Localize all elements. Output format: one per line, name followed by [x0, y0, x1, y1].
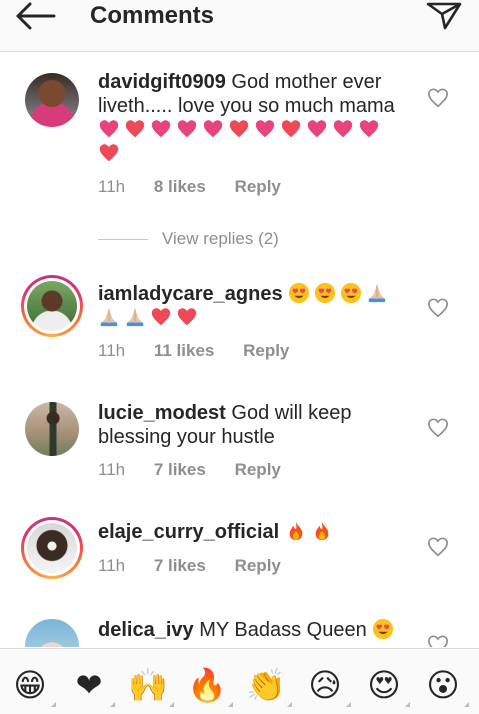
comment-meta: 11h 11 likes Reply — [98, 341, 313, 361]
comment-likes[interactable]: 7 likes — [154, 460, 206, 480]
pink-heart-icon — [307, 120, 327, 138]
folded-hands-icon — [368, 284, 386, 303]
heart-eyes-icon — [289, 282, 310, 304]
comment-username[interactable]: lucie_modest — [98, 402, 226, 424]
page-title: Comments — [90, 2, 215, 29]
red-heart-icon — [151, 308, 171, 326]
reply-button[interactable]: Reply — [243, 341, 289, 361]
comment-meta: 11h 7 likes Reply — [98, 556, 305, 576]
reply-button[interactable]: Reply — [235, 556, 281, 576]
pink-heart-icon — [99, 120, 119, 138]
comment-time: 11h — [98, 341, 126, 360]
pink-heart-icon — [333, 120, 353, 138]
red-heart-icon — [125, 120, 145, 138]
comment-time: 11h — [98, 556, 126, 575]
avatar-image — [27, 523, 77, 573]
folded-hands-icon — [126, 308, 144, 327]
pink-heart-icon — [255, 120, 275, 138]
avatar[interactable] — [21, 517, 83, 579]
folded-hands-icon — [100, 308, 118, 327]
back-button[interactable] — [14, 0, 58, 32]
like-button[interactable] — [427, 417, 449, 439]
surprised-face-icon[interactable]: 😮 — [423, 665, 469, 707]
avatar-image — [25, 402, 79, 456]
pink-heart-icon — [203, 120, 223, 138]
like-button[interactable] — [427, 297, 449, 319]
red-heart-icon[interactable]: ❤ — [69, 665, 115, 707]
heart-outline-icon — [428, 88, 448, 108]
heart-eyes-icon[interactable]: 😍 — [364, 665, 410, 707]
avatar[interactable] — [21, 275, 83, 337]
comment-username[interactable]: delica_ivy — [98, 619, 194, 641]
avatar-image — [25, 619, 79, 647]
comment-text: lucie_modest God will keep blessing your… — [98, 401, 408, 449]
heart-outline-icon — [428, 635, 448, 647]
comment-meta: 11h 8 likes Reply — [98, 177, 305, 197]
comment-text: iamladycare_agnes — [98, 282, 408, 330]
comments-header: Comments — [0, 0, 479, 52]
comments-list: davidgift0909 God mother ever liveth....… — [0, 53, 479, 647]
pink-heart-icon — [177, 120, 197, 138]
clapping-hands-icon[interactable]: 👏 — [246, 665, 292, 707]
like-button[interactable] — [427, 536, 449, 558]
comment-likes[interactable]: 11 likes — [154, 341, 215, 361]
red-heart-icon — [229, 120, 249, 138]
avatar[interactable] — [21, 615, 83, 647]
heart-eyes-icon — [341, 282, 362, 304]
like-button[interactable] — [427, 634, 449, 647]
pink-heart-icon — [151, 120, 171, 138]
heart-eyes-icon — [315, 282, 336, 304]
comment-likes[interactable]: 8 likes — [154, 177, 206, 197]
heart-outline-icon — [428, 537, 448, 557]
comment-time: 11h — [98, 460, 126, 479]
comment-text: elaje_curry_official — [98, 520, 408, 544]
comment-emojis — [285, 521, 337, 543]
red-heart-icon — [281, 120, 301, 138]
comment-emojis — [98, 119, 384, 165]
comment-time: 11h — [98, 177, 126, 196]
red-heart-icon — [99, 144, 119, 162]
paper-plane-icon — [426, 2, 462, 30]
avatar-image — [25, 73, 79, 127]
comment-body: MY Badass Queen — [199, 619, 367, 641]
avatar-image — [27, 281, 77, 331]
emoji-quick-bar: 😁 ❤ 🙌 🔥 👏 😥 😍 😮 — [0, 648, 479, 714]
comment-text: davidgift0909 God mother ever liveth....… — [98, 70, 408, 166]
avatar[interactable] — [21, 398, 83, 460]
comment-emojis — [372, 618, 398, 641]
comment-username[interactable]: elaje_curry_official — [98, 521, 279, 543]
send-button[interactable] — [424, 0, 464, 32]
fire-icon[interactable]: 🔥 — [187, 665, 233, 707]
avatar[interactable] — [21, 69, 83, 131]
like-button[interactable] — [427, 87, 449, 109]
comment-username[interactable]: iamladycare_agnes — [98, 283, 283, 305]
sad-face-icon[interactable]: 😥 — [305, 665, 351, 707]
comment-likes[interactable]: 7 likes — [154, 556, 206, 576]
fire-icon — [315, 521, 329, 541]
comment-text: delica_ivy MY Badass Queen — [98, 618, 408, 642]
pink-heart-icon — [359, 120, 379, 138]
heart-eyes-icon — [373, 618, 394, 640]
comment-username[interactable]: davidgift0909 — [98, 71, 226, 93]
arrow-left-icon — [16, 2, 56, 30]
reply-button[interactable]: Reply — [235, 177, 281, 197]
heart-outline-icon — [428, 298, 448, 318]
divider-line — [98, 239, 148, 240]
raising-hands-icon[interactable]: 🙌 — [128, 665, 174, 707]
reply-button[interactable]: Reply — [235, 460, 281, 480]
red-heart-icon — [177, 308, 197, 326]
view-replies-label[interactable]: View replies (2) — [162, 229, 279, 249]
grinning-face-icon[interactable]: 😁 — [10, 665, 56, 707]
heart-outline-icon — [428, 418, 448, 438]
fire-icon — [289, 521, 303, 541]
comment-meta: 11h 7 likes Reply — [98, 460, 305, 480]
